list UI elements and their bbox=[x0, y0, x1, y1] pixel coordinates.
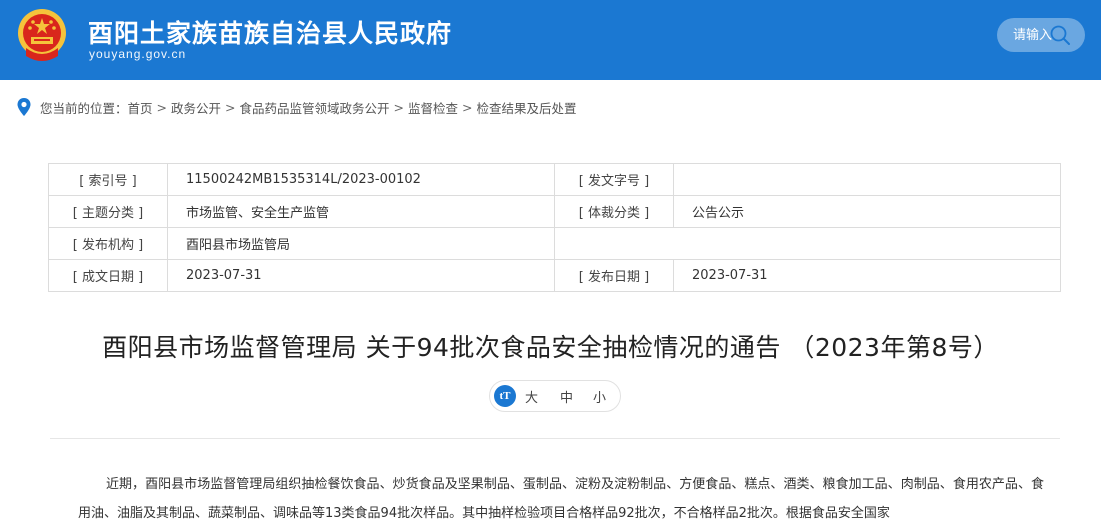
created-date-label: [ 成文日期 ] bbox=[48, 259, 168, 292]
search-icon[interactable] bbox=[1049, 24, 1071, 46]
national-emblem-icon bbox=[18, 9, 66, 61]
font-small-button[interactable]: 小 bbox=[593, 387, 606, 406]
breadcrumb-prefix: 您当前的位置： bbox=[40, 100, 128, 116]
breadcrumb-home[interactable]: 首页 bbox=[128, 98, 153, 117]
article-title: 酉阳县市场监督管理局 关于94批次食品安全抽检情况的通告 （2023年第8号） bbox=[102, 333, 999, 362]
doc-no-label: [ 发文字号 ] bbox=[554, 163, 674, 196]
index-no-value: 11500242MB1535314L/2023-00102 bbox=[167, 163, 555, 196]
issuer-label: [ 发布机构 ] bbox=[48, 227, 168, 260]
published-date-label: [ 发布日期 ] bbox=[554, 259, 674, 292]
topic-label: [ 主题分类 ] bbox=[48, 195, 168, 228]
published-date-value: 2023-07-31 bbox=[673, 259, 1061, 292]
breadcrumb-separator: > bbox=[462, 99, 473, 115]
breadcrumb-food-drug[interactable]: 食品药品监管领域政务公开 bbox=[240, 98, 390, 117]
genre-label: [ 体裁分类 ] bbox=[554, 195, 674, 228]
font-size-control: tT 大 中 小 bbox=[489, 380, 621, 412]
font-large-button[interactable]: 大 bbox=[525, 387, 538, 406]
breadcrumb-results[interactable]: 检查结果及后处置 bbox=[477, 98, 577, 117]
breadcrumb-gov-affairs[interactable]: 政务公开 bbox=[171, 98, 221, 117]
genre-value: 公告公示 bbox=[673, 195, 1061, 228]
breadcrumb-inspection[interactable]: 监督检查 bbox=[408, 98, 458, 117]
site-title[interactable]: 酉阳土家族苗族自治县人民政府 bbox=[88, 14, 452, 50]
site-domain: youyang.gov.cn bbox=[89, 47, 187, 61]
breadcrumb-separator: > bbox=[393, 99, 405, 115]
breadcrumb-separator: > bbox=[156, 99, 168, 115]
search-box[interactable] bbox=[997, 18, 1085, 52]
info-row: [ 发布机构 ] 酉阳县市场监管局 bbox=[48, 227, 1061, 260]
font-size-icon: tT bbox=[494, 385, 516, 407]
content-divider bbox=[50, 438, 1060, 439]
index-no-label: [ 索引号 ] bbox=[48, 163, 168, 196]
article-body: 近期，酉阳县市场监督管理局组织抽检餐饮食品、炒货食品及坚果制品、蛋制品、淀粉及淀… bbox=[78, 477, 1044, 521]
breadcrumb: 您当前的位置： 首页 > 政务公开 > 食品药品监管领域政务公开 > 监督检查 … bbox=[16, 97, 577, 117]
location-pin-icon bbox=[17, 98, 31, 116]
topic-value: 市场监管、安全生产监管 bbox=[167, 195, 555, 228]
issuer-value: 酉阳县市场监管局 bbox=[167, 227, 555, 260]
empty-cell bbox=[554, 227, 1061, 260]
breadcrumb-separator: > bbox=[225, 99, 236, 115]
info-row: [ 主题分类 ] 市场监管、安全生产监管 [ 体裁分类 ] 公告公示 bbox=[48, 195, 1061, 228]
document-info-table: [ 索引号 ] 11500242MB1535314L/2023-00102 [ … bbox=[48, 163, 1061, 292]
info-row: [ 索引号 ] 11500242MB1535314L/2023-00102 [ … bbox=[48, 163, 1061, 196]
info-row: [ 成文日期 ] 2023-07-31 [ 发布日期 ] 2023-07-31 bbox=[48, 259, 1061, 292]
doc-no-value bbox=[673, 163, 1061, 196]
font-medium-button[interactable]: 中 bbox=[560, 387, 573, 406]
created-date-value: 2023-07-31 bbox=[167, 259, 555, 292]
site-header: 酉阳土家族苗族自治县人民政府 youyang.gov.cn bbox=[0, 0, 1101, 80]
